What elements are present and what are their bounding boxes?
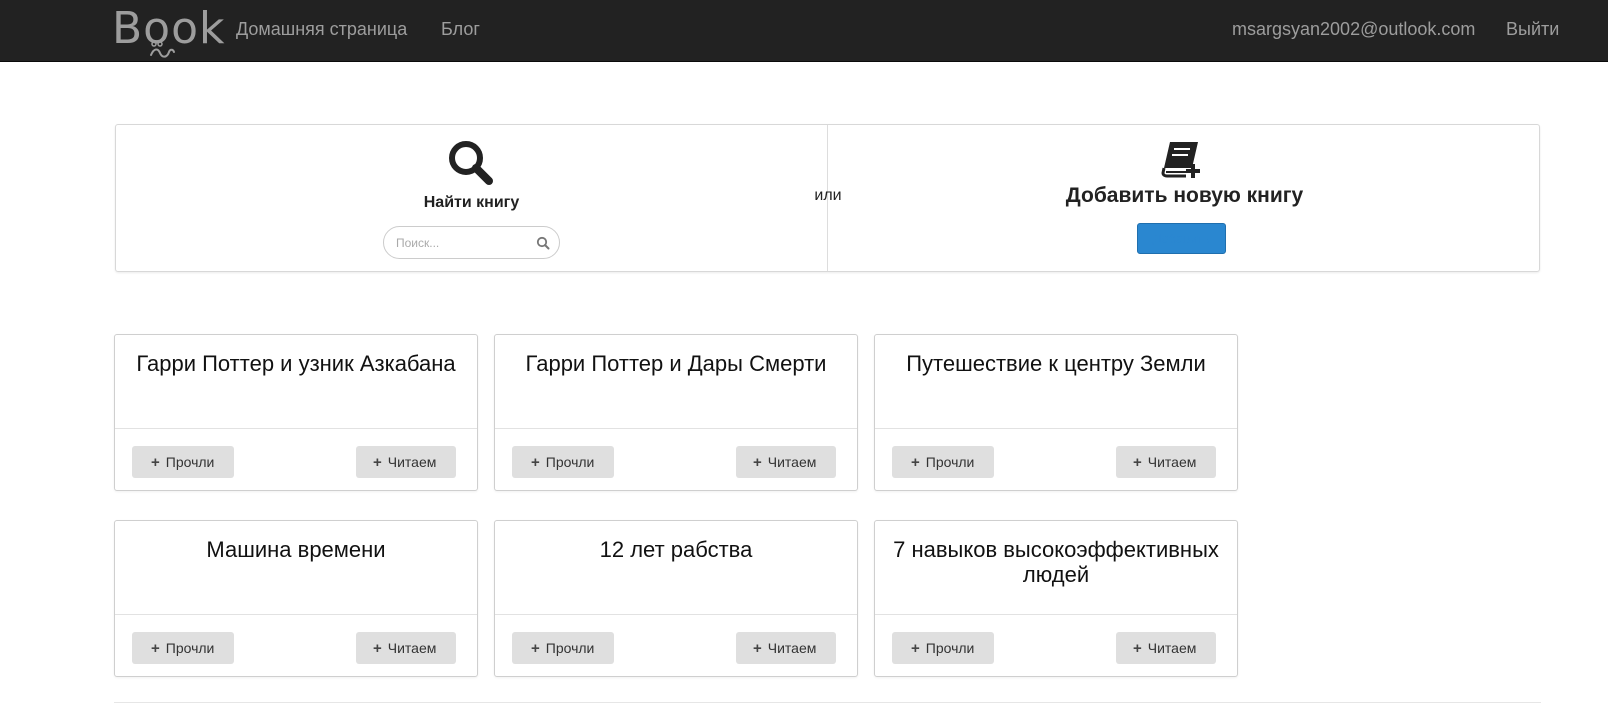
card-divider xyxy=(495,428,857,429)
mark-reading-button[interactable]: + Читаем xyxy=(356,446,456,478)
card-divider xyxy=(115,428,477,429)
book-plus-icon xyxy=(1161,142,1200,178)
mark-read-label: Прочли xyxy=(545,454,595,470)
book-title: Гарри Поттер и узник Азкабана xyxy=(136,351,456,376)
mark-read-label: Прочли xyxy=(925,454,975,470)
action-panel: Найти книгу или Добавить новую книгу Доб… xyxy=(115,124,1540,272)
plus-icon: + xyxy=(1133,454,1142,471)
mark-read-button[interactable]: + Прочли xyxy=(512,446,614,478)
nav-link-home[interactable]: Домашняя страница xyxy=(236,18,407,40)
mark-read-label: Прочли xyxy=(165,454,215,470)
mark-read-label: Прочли xyxy=(165,640,215,656)
user-email-link[interactable]: msargsyan2002@outlook.com xyxy=(1232,18,1475,40)
nav-link-blog[interactable]: Блог xyxy=(441,18,480,40)
mark-reading-button[interactable]: + Читаем xyxy=(736,632,836,664)
card-divider xyxy=(115,614,477,615)
add-book-button[interactable]: Добавить xyxy=(1137,223,1226,254)
mark-reading-label: Читаем xyxy=(767,454,817,470)
brand-logo[interactable]: Book xyxy=(112,2,225,60)
mark-reading-button[interactable]: + Читаем xyxy=(736,446,836,478)
book-title: Путешествие к центру Земли xyxy=(906,351,1206,376)
mark-reading-label: Читаем xyxy=(387,640,437,656)
add-book-title: Добавить новую книгу xyxy=(1065,184,1304,207)
logout-link[interactable]: Выйти xyxy=(1506,18,1559,40)
plus-icon: + xyxy=(753,640,762,657)
mark-read-button[interactable]: + Прочли xyxy=(132,446,234,478)
mark-read-label: Прочли xyxy=(925,640,975,656)
find-book-label: Найти книгу xyxy=(423,194,520,211)
search-box xyxy=(383,226,560,259)
book-title: 12 лет рабства xyxy=(599,537,753,562)
mark-reading-button[interactable]: + Читаем xyxy=(356,632,456,664)
book-card: Машина времени + Прочли + Читаем xyxy=(114,520,478,677)
book-card: Гарри Поттер и узник Азкабана + Прочли + Ч… xyxy=(114,334,478,491)
book-title: Гарри Поттер и Дары Смерти xyxy=(525,351,827,376)
book-card: 12 лет рабства + Прочли + Читаем xyxy=(494,520,858,677)
plus-icon: + xyxy=(911,454,920,471)
book-title: Машина времени xyxy=(206,537,386,562)
card-divider xyxy=(875,614,1237,615)
book-card: Путешествие к центру Земли + Прочли + Чита… xyxy=(874,334,1238,491)
mark-reading-button[interactable]: + Читаем xyxy=(1116,632,1216,664)
plus-icon: + xyxy=(911,640,920,657)
worm-icon xyxy=(150,41,175,58)
plus-icon: + xyxy=(373,640,382,657)
mark-reading-label: Читаем xyxy=(767,640,817,656)
book-title: 7 навыков высокоэффективных людей xyxy=(893,537,1219,587)
book-card: 7 навыков высокоэффективных людей + Прочл… xyxy=(874,520,1238,677)
mark-read-button[interactable]: + Прочли xyxy=(892,632,994,664)
plus-icon: + xyxy=(531,454,540,471)
plus-icon: + xyxy=(531,640,540,657)
plus-icon: + xyxy=(151,454,160,471)
card-divider xyxy=(875,428,1237,429)
navbar: Book Домашняя страница Блог msargsyan200… xyxy=(0,0,1608,62)
search-icon xyxy=(449,141,493,185)
card-divider xyxy=(495,614,857,615)
mark-reading-button[interactable]: + Читаем xyxy=(1116,446,1216,478)
plus-icon: + xyxy=(1133,640,1142,657)
plus-icon: + xyxy=(753,454,762,471)
book-card: Гарри Поттер и Дары Смерти + Прочли + Чита… xyxy=(494,334,858,491)
plus-icon: + xyxy=(373,454,382,471)
mark-reading-label: Читаем xyxy=(1147,454,1197,470)
mark-reading-label: Читаем xyxy=(387,454,437,470)
search-submit-icon[interactable] xyxy=(536,236,550,250)
mark-read-button[interactable]: + Прочли xyxy=(132,632,234,664)
mark-reading-label: Читаем xyxy=(1147,640,1197,656)
footer-divider xyxy=(114,702,1541,703)
mark-read-label: Прочли xyxy=(545,640,595,656)
search-input[interactable] xyxy=(396,234,536,252)
mark-read-button[interactable]: + Прочли xyxy=(892,446,994,478)
plus-icon: + xyxy=(151,640,160,657)
mark-read-button[interactable]: + Прочли xyxy=(512,632,614,664)
